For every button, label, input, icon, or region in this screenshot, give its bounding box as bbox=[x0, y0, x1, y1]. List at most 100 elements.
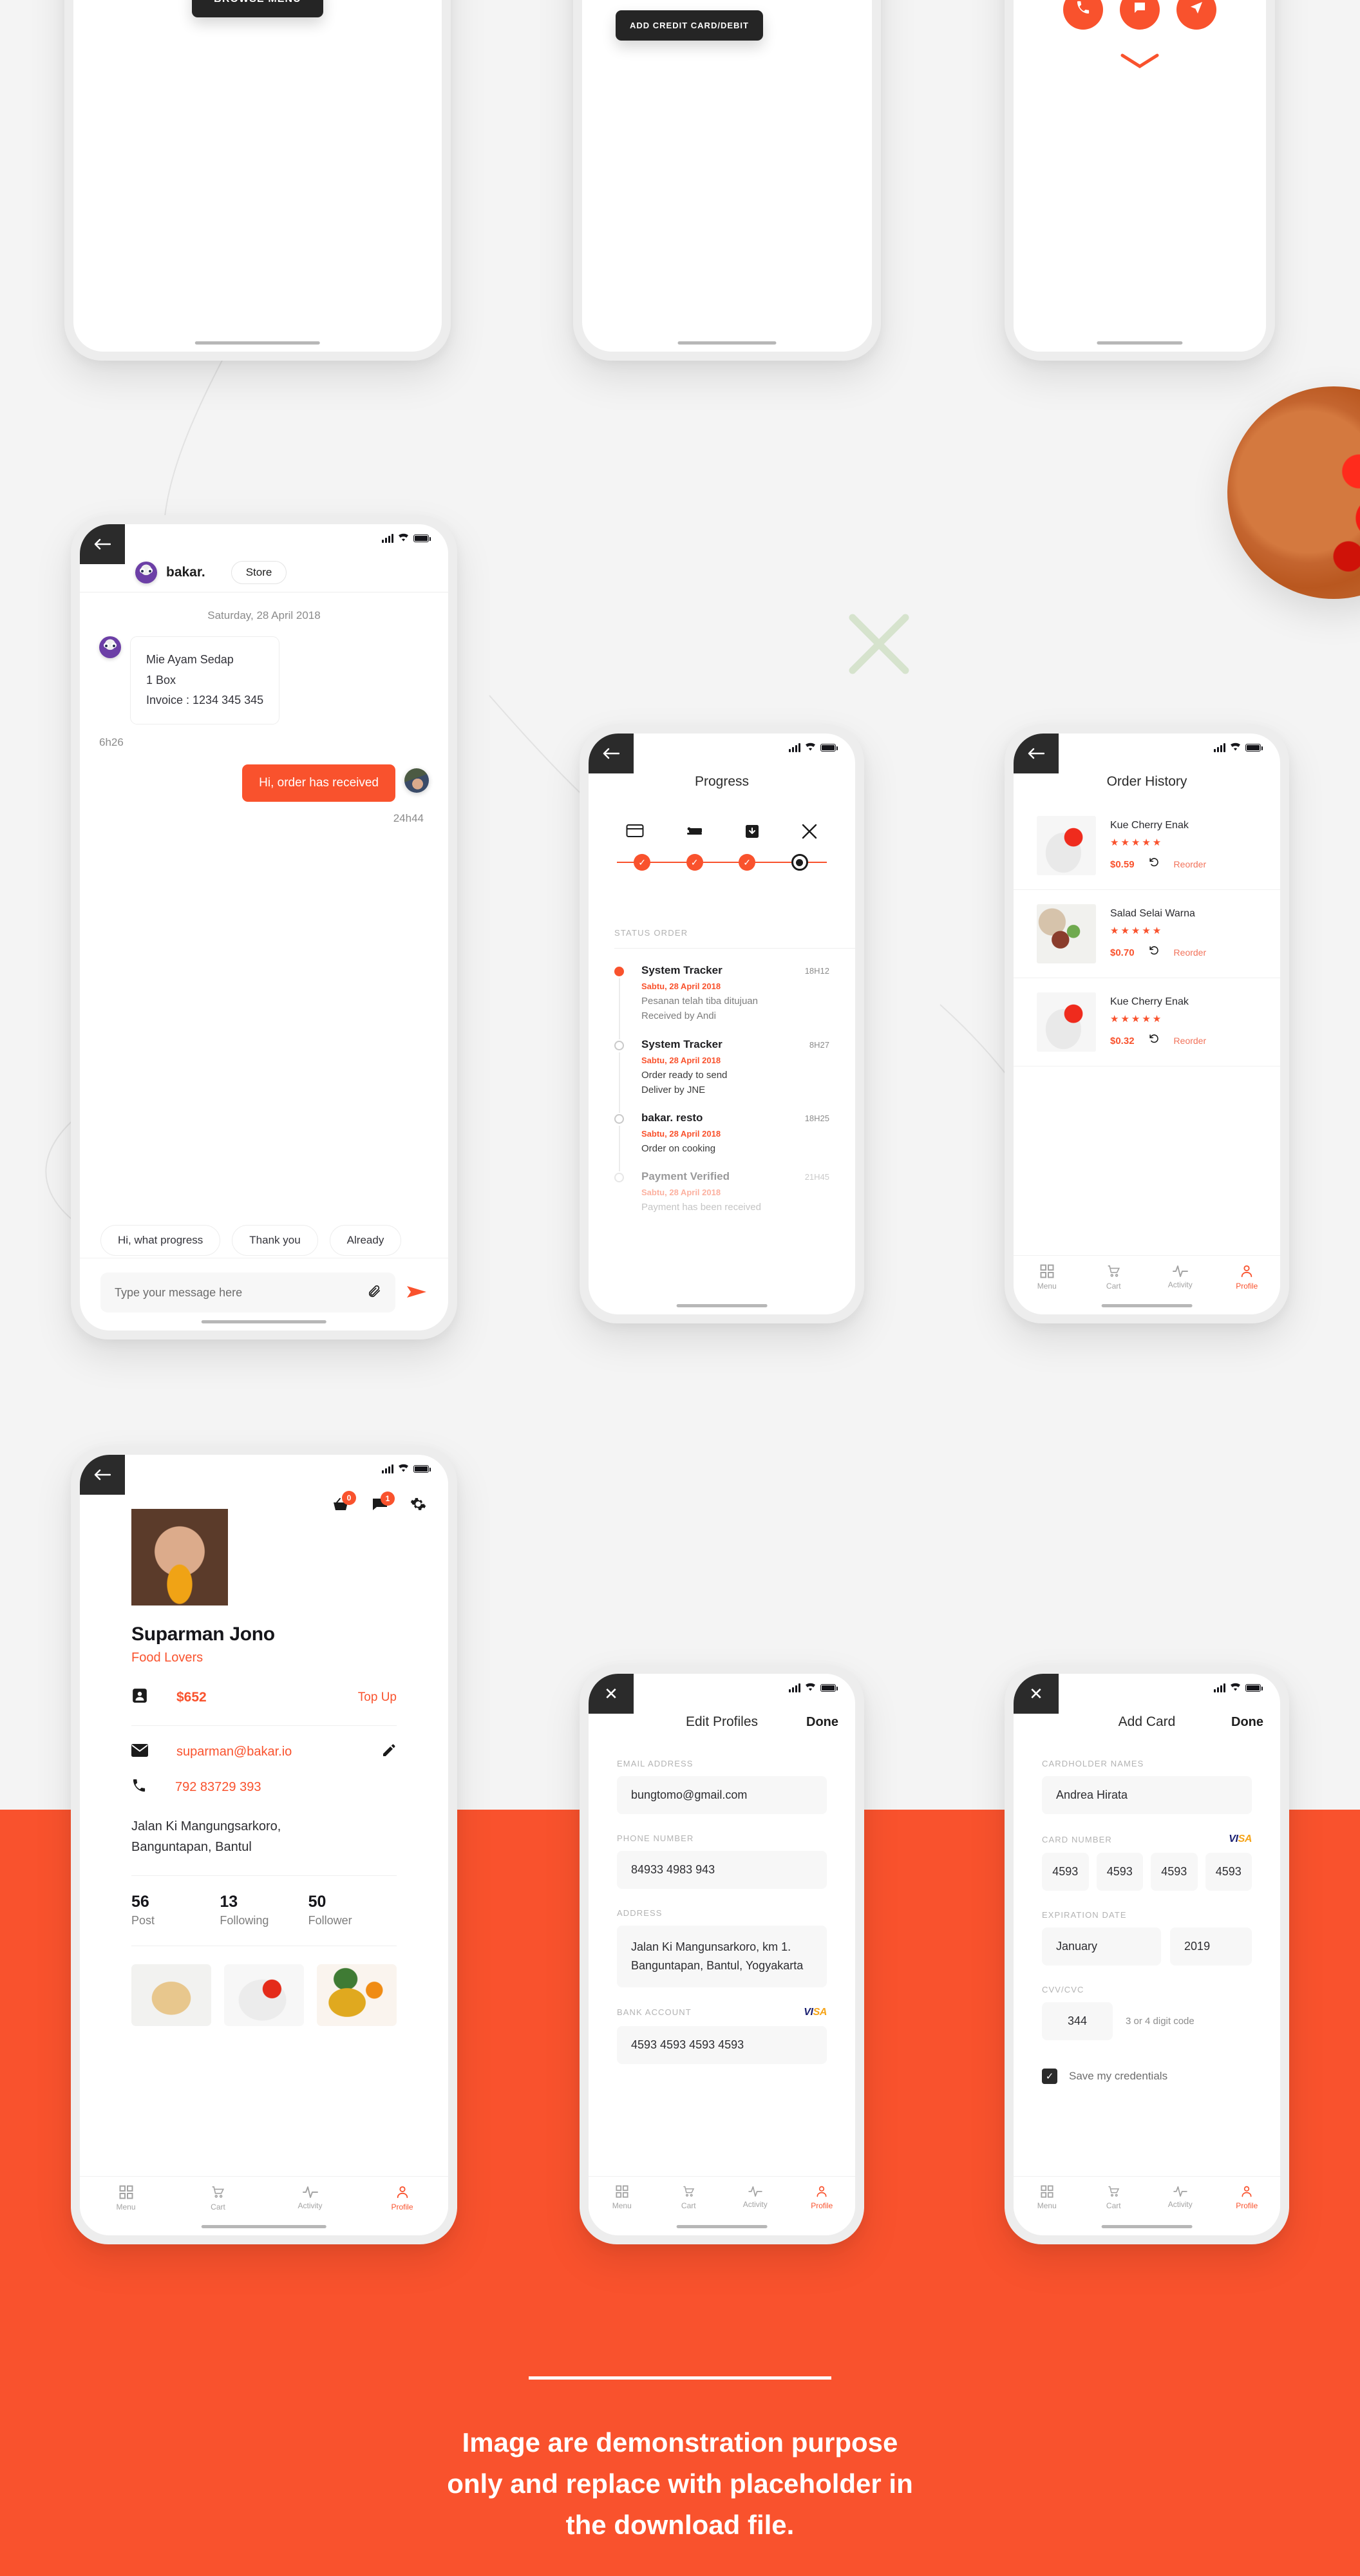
gallery-photo[interactable] bbox=[131, 1964, 211, 2026]
cart-icon bbox=[656, 2185, 722, 2198]
tab-profile[interactable]: Profile bbox=[356, 2185, 448, 2211]
close-button[interactable]: ✕ bbox=[1014, 1674, 1059, 1714]
gallery-photo[interactable] bbox=[317, 1964, 397, 2026]
order-history-button[interactable]: 0 bbox=[332, 1490, 356, 1515]
page-title: Order History bbox=[1106, 774, 1187, 789]
progress-dot-current bbox=[791, 854, 808, 871]
card-number-group-1[interactable]: 4593 bbox=[1042, 1853, 1089, 1891]
directions-button[interactable] bbox=[1176, 0, 1216, 30]
address-field[interactable]: Jalan Ki Mangunsarkoro, km 1. Banguntapa… bbox=[617, 1926, 827, 1987]
cvv-field[interactable]: 344 bbox=[1042, 2002, 1113, 2040]
call-button[interactable] bbox=[1063, 0, 1103, 30]
paperclip-icon[interactable] bbox=[367, 1284, 381, 1302]
done-button[interactable]: Done bbox=[806, 1715, 838, 1730]
expiry-year-select[interactable]: 2019 bbox=[1170, 1927, 1252, 1965]
home-indicator bbox=[676, 1304, 768, 1307]
save-credentials-checkbox[interactable]: ✓ bbox=[1042, 2069, 1057, 2084]
tab-profile[interactable]: Profile bbox=[1214, 1264, 1281, 1291]
reorder-button[interactable]: Reorder bbox=[1174, 1036, 1207, 1046]
person-icon bbox=[1214, 1264, 1281, 1278]
message-button[interactable] bbox=[1120, 0, 1160, 30]
phone-field[interactable]: 84933 4983 943 bbox=[617, 1851, 827, 1889]
timeline-item[interactable]: System Tracker 18H12 Sabtu, 28 April 201… bbox=[614, 964, 829, 1039]
tab-activity[interactable]: Activity bbox=[1147, 1264, 1214, 1289]
tab-activity[interactable]: Activity bbox=[264, 2185, 356, 2210]
tab-menu[interactable]: Menu bbox=[80, 2185, 172, 2211]
cart-icon bbox=[1081, 2185, 1148, 2198]
timeline-item[interactable]: Payment Verified 21H45 Sabtu, 28 April 2… bbox=[614, 1170, 829, 1229]
timeline-line: Pesanan telah tiba ditujuan bbox=[641, 996, 758, 1007]
order-history-row[interactable]: Kue Cherry Enak ★★★★★ $0.59 Reorder bbox=[1014, 802, 1280, 890]
close-icon: ✕ bbox=[1029, 1683, 1043, 1703]
edit-profile-button[interactable] bbox=[381, 1743, 397, 1761]
back-button[interactable] bbox=[80, 1455, 125, 1495]
card-number-group-3[interactable]: 4593 bbox=[1151, 1853, 1198, 1891]
tab-profile[interactable]: Profile bbox=[1214, 2185, 1281, 2210]
progress-step-icons bbox=[589, 802, 855, 839]
tab-menu[interactable]: Menu bbox=[1014, 2185, 1081, 2210]
tab-menu[interactable]: Menu bbox=[589, 2185, 656, 2210]
messages-button[interactable]: 1 bbox=[372, 1491, 395, 1515]
back-button[interactable] bbox=[589, 734, 634, 773]
done-button[interactable]: Done bbox=[1231, 1715, 1263, 1730]
home-indicator bbox=[1097, 341, 1183, 345]
reorder-button[interactable]: Reorder bbox=[1174, 859, 1207, 869]
tab-label: Profile bbox=[811, 2201, 833, 2210]
stat-value: 13 bbox=[220, 1893, 238, 1911]
tab-activity[interactable]: Activity bbox=[722, 2185, 789, 2209]
tab-cart[interactable]: Cart bbox=[172, 2185, 264, 2211]
order-history-row[interactable]: Kue Cherry Enak ★★★★★ $0.32 Reorder bbox=[1014, 978, 1280, 1066]
tab-label: Profile bbox=[391, 2202, 413, 2211]
add-credit-card-button[interactable]: ADD CREDIT CARD/DEBIT bbox=[616, 10, 763, 41]
timeline-line: Received by Andi bbox=[641, 1010, 716, 1022]
tab-cart[interactable]: Cart bbox=[1081, 1264, 1148, 1291]
back-button[interactable] bbox=[80, 524, 125, 564]
tab-cart[interactable]: Cart bbox=[1081, 2185, 1148, 2210]
tab-activity[interactable]: Activity bbox=[1147, 2185, 1214, 2209]
timeline-item[interactable]: bakar. resto 18H25 Sabtu, 28 April 2018 … bbox=[614, 1112, 829, 1172]
profile-name: Suparman Jono bbox=[131, 1624, 275, 1645]
message-input[interactable]: Type your message here bbox=[100, 1273, 395, 1312]
battery-icon bbox=[413, 1465, 431, 1473]
store-badge-button[interactable]: Store bbox=[231, 560, 287, 584]
tab-menu[interactable]: Menu bbox=[1014, 1264, 1081, 1291]
browse-menu-button[interactable]: BROWSE MENU bbox=[192, 0, 323, 18]
back-button[interactable] bbox=[1014, 734, 1059, 773]
tab-label: Menu bbox=[612, 2201, 632, 2210]
expiry-month-select[interactable]: January bbox=[1042, 1927, 1162, 1965]
quick-reply-chip[interactable]: Thank you bbox=[232, 1225, 318, 1256]
stat-post[interactable]: 56 Post bbox=[131, 1893, 220, 1927]
status-bar: 9:41 bbox=[80, 524, 448, 553]
gallery-photo[interactable] bbox=[224, 1964, 304, 2026]
quick-reply-chip[interactable]: Already bbox=[329, 1225, 402, 1256]
card-number-group-4[interactable]: 4593 bbox=[1205, 1853, 1252, 1891]
settings-button[interactable] bbox=[410, 1496, 426, 1515]
send-icon[interactable] bbox=[406, 1282, 428, 1303]
order-history-row[interactable]: Salad Selai Warna ★★★★★ $0.70 Reorder bbox=[1014, 890, 1280, 978]
stat-following[interactable]: 13 Following bbox=[220, 1893, 308, 1927]
card-number-group-2[interactable]: 4593 bbox=[1096, 1853, 1143, 1891]
reorder-icon[interactable] bbox=[1149, 1034, 1160, 1048]
stat-follower[interactable]: 50 Follower bbox=[308, 1893, 397, 1927]
close-button[interactable]: ✕ bbox=[589, 1674, 634, 1714]
progress-dot-done: ✓ bbox=[686, 854, 703, 871]
battery-icon bbox=[1245, 1684, 1263, 1692]
tab-profile[interactable]: Profile bbox=[789, 2185, 856, 2210]
wifi-icon bbox=[398, 1462, 409, 1476]
reorder-icon[interactable] bbox=[1149, 945, 1160, 960]
timeline-time: 18H12 bbox=[804, 966, 829, 976]
quick-reply-chip[interactable]: Hi, what progress bbox=[100, 1225, 221, 1256]
cardholder-field[interactable]: Andrea Hirata bbox=[1042, 1776, 1252, 1814]
stat-label: Follower bbox=[308, 1914, 352, 1927]
email-field[interactable]: bungtomo@gmail.com bbox=[617, 1776, 827, 1814]
save-credentials-row[interactable]: ✓ Save my credentials bbox=[1042, 2069, 1252, 2084]
wifi-icon bbox=[805, 741, 816, 755]
signal-icon bbox=[789, 743, 800, 752]
collapse-chevron-icon[interactable] bbox=[1014, 53, 1266, 70]
reorder-icon[interactable] bbox=[1149, 857, 1160, 871]
tab-cart[interactable]: Cart bbox=[656, 2185, 722, 2210]
reorder-button[interactable]: Reorder bbox=[1174, 947, 1207, 958]
bank-account-field[interactable]: 4593 4593 4593 4593 bbox=[617, 2025, 827, 2064]
top-up-button[interactable]: Top Up bbox=[358, 1690, 397, 1705]
timeline-item[interactable]: System Tracker 8H27 Sabtu, 28 April 2018… bbox=[614, 1038, 829, 1113]
